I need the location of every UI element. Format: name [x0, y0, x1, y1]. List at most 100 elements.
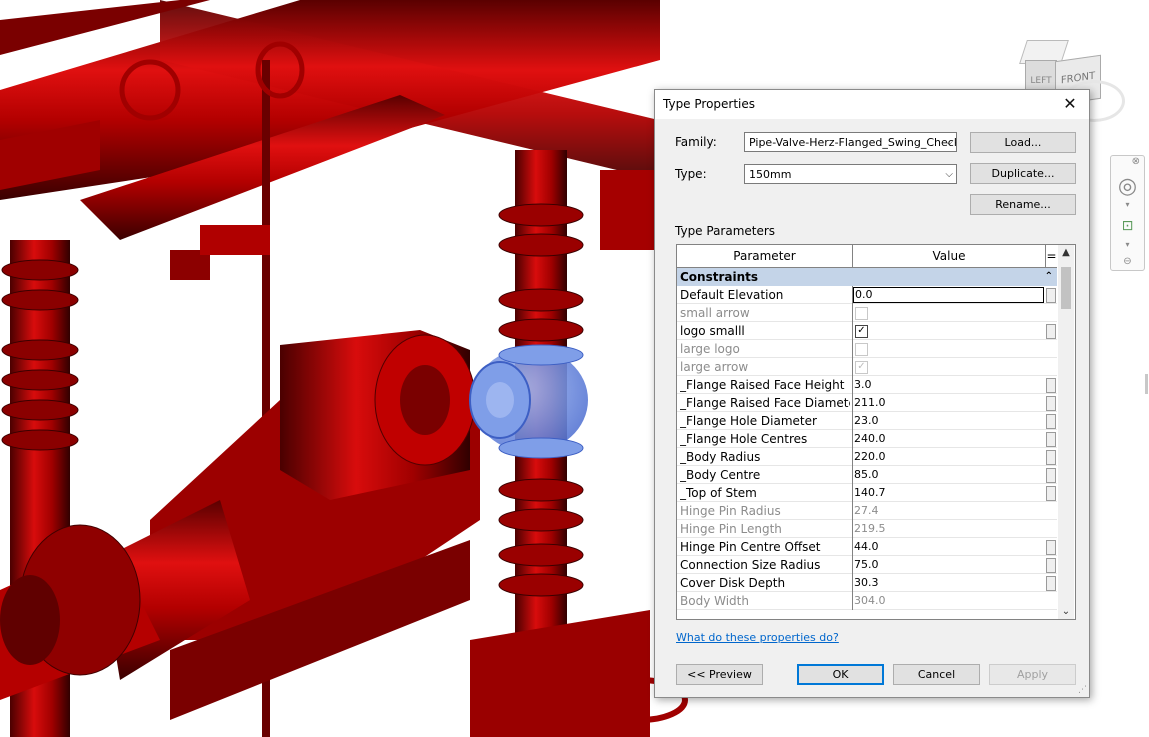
load-button[interactable]: Load... — [970, 132, 1076, 153]
parameter-value[interactable]: 44.0 — [854, 538, 1044, 556]
resize-grip-icon[interactable]: ⋰ — [1078, 685, 1087, 695]
help-link[interactable]: What do these properties do? — [676, 631, 839, 644]
zoom-region-icon[interactable]: ⊡ — [1111, 218, 1144, 234]
rename-button[interactable]: Rename... — [970, 194, 1076, 215]
cancel-button[interactable]: Cancel — [893, 664, 980, 685]
parameter-name: _Top of Stem — [680, 486, 757, 500]
table-row[interactable]: _Flange Raised Face Height 3.0 — [677, 376, 1057, 394]
navbar-close-icon[interactable]: ⊗ — [1111, 156, 1144, 167]
associate-parameter-button[interactable] — [1046, 576, 1056, 591]
table-row[interactable]: Default Elevation 0.0 — [677, 286, 1057, 304]
parameter-column-header[interactable]: Parameter — [677, 245, 853, 267]
associate-parameter-button[interactable] — [1046, 540, 1056, 555]
chevron-down-icon[interactable]: ▾ — [1111, 200, 1144, 209]
parameter-checkbox[interactable]: ✓ — [855, 325, 868, 338]
family-label: Family: — [675, 135, 717, 149]
type-dropdown[interactable]: 150mm ⌵ — [744, 164, 957, 184]
value-column-header[interactable]: Value — [853, 245, 1046, 267]
duplicate-button[interactable]: Duplicate... — [970, 163, 1076, 184]
table-row[interactable]: Cover Disk Depth 30.3 — [677, 574, 1057, 592]
parameter-value[interactable]: 3.0 — [854, 376, 1044, 394]
ok-button[interactable]: OK — [797, 664, 884, 685]
table-row[interactable]: Hinge Pin Length 219.5 — [677, 520, 1057, 538]
family-dropdown[interactable]: Pipe-Valve-Herz-Flanged_Swing_Check_ ⌵ — [744, 132, 957, 152]
table-row[interactable]: Connection Size Radius 75.0 — [677, 556, 1057, 574]
associate-parameter-button[interactable] — [1046, 288, 1056, 303]
associate-parameter-button[interactable] — [1046, 324, 1056, 339]
chevron-down-icon: ⌵ — [945, 137, 953, 148]
chevron-down-icon: ⌵ — [945, 169, 953, 180]
steering-wheel-icon[interactable]: ◎ — [1111, 174, 1144, 199]
associate-parameter-button[interactable] — [1046, 432, 1056, 447]
associate-parameter-button[interactable] — [1046, 450, 1056, 465]
formula-column-header[interactable]: = — [1046, 245, 1057, 267]
table-row[interactable]: large logo — [677, 340, 1057, 358]
column-divider — [852, 358, 853, 376]
table-row[interactable]: _Flange Hole Diameter 23.0 — [677, 412, 1057, 430]
type-properties-dialog: Type Properties ✕ Family: Pipe-Valve-Her… — [654, 89, 1090, 698]
associate-parameter-button[interactable] — [1046, 468, 1056, 483]
column-divider — [852, 322, 853, 340]
table-row[interactable]: _Flange Hole Centres 240.0 — [677, 430, 1057, 448]
chevron-down-icon[interactable]: ▾ — [1111, 240, 1144, 249]
associate-parameter-button[interactable] — [1046, 414, 1056, 429]
type-parameters-grid: Parameter Value = Constraints ⌃ Default … — [676, 244, 1076, 620]
table-row[interactable]: _Body Centre 85.0 — [677, 466, 1057, 484]
table-row[interactable]: Hinge Pin Centre Offset 44.0 — [677, 538, 1057, 556]
table-row[interactable]: Hinge Pin Radius 27.4 — [677, 502, 1057, 520]
column-divider — [852, 304, 853, 322]
parameter-name: Body Width — [680, 594, 749, 608]
scroll-up-icon[interactable]: ▲ — [1058, 247, 1074, 258]
navigation-bar: ⊗ ◎ ▾ ⊡ ▾ ⊖ — [1110, 155, 1145, 271]
type-label: Type: — [675, 167, 707, 181]
grid-header: Parameter Value = — [677, 245, 1057, 268]
parameter-name: Default Elevation — [680, 288, 784, 302]
parameter-name: small arrow — [680, 306, 750, 320]
column-divider — [852, 412, 853, 430]
associate-parameter-button[interactable] — [1046, 378, 1056, 393]
type-parameters-label: Type Parameters — [675, 224, 776, 238]
associate-parameter-button[interactable] — [1046, 558, 1056, 573]
table-row[interactable]: _Flange Raised Face Diameter 211.0 — [677, 394, 1057, 412]
parameter-value-input[interactable]: 0.0 — [853, 287, 1044, 303]
column-divider — [852, 394, 853, 412]
parameter-value[interactable]: 220.0 — [854, 448, 1044, 466]
column-divider — [852, 448, 853, 466]
parameter-value[interactable]: 211.0 — [854, 394, 1044, 412]
table-row[interactable]: _Top of Stem 140.7 — [677, 484, 1057, 502]
column-divider — [852, 466, 853, 484]
column-divider — [852, 538, 853, 556]
parameter-value[interactable]: 30.3 — [854, 574, 1044, 592]
parameter-name: _Body Centre — [680, 468, 761, 482]
close-icon[interactable]: ✕ — [1059, 93, 1081, 115]
table-row[interactable]: _Body Radius 220.0 — [677, 448, 1057, 466]
parameter-name: Cover Disk Depth — [680, 576, 786, 590]
scroll-down-icon[interactable]: ⌄ — [1058, 606, 1074, 617]
parameter-name: Hinge Pin Centre Offset — [680, 540, 821, 554]
table-row[interactable]: Body Width 304.0 — [677, 592, 1057, 610]
apply-button[interactable]: Apply — [989, 664, 1076, 685]
associate-parameter-button[interactable] — [1046, 396, 1056, 411]
table-row[interactable]: logo smalll ✓ — [677, 322, 1057, 340]
scrollbar-thumb[interactable] — [1061, 267, 1071, 309]
preview-button[interactable]: << Preview — [676, 664, 763, 685]
parameter-value[interactable]: 23.0 — [854, 412, 1044, 430]
constraints-group-header[interactable]: Constraints ⌃ — [677, 268, 1057, 286]
navbar-options-icon[interactable]: ⊖ — [1111, 256, 1144, 267]
family-value: Pipe-Valve-Herz-Flanged_Swing_Check_ — [749, 136, 957, 149]
table-row[interactable]: small arrow — [677, 304, 1057, 322]
table-row[interactable]: large arrow ✓ — [677, 358, 1057, 376]
column-divider — [852, 376, 853, 394]
parameter-value[interactable]: 140.7 — [854, 484, 1044, 502]
parameter-value[interactable]: 85.0 — [854, 466, 1044, 484]
column-divider — [852, 430, 853, 448]
collapse-chevron-icon[interactable]: ⌃ — [1045, 268, 1053, 286]
parameter-value[interactable]: 75.0 — [854, 556, 1044, 574]
grid-scrollbar[interactable]: ▲ ⌄ — [1058, 245, 1074, 619]
parameter-name: large arrow — [680, 360, 749, 374]
associate-parameter-button[interactable] — [1046, 486, 1056, 501]
column-divider — [852, 502, 853, 520]
dialog-titlebar[interactable]: Type Properties ✕ — [655, 90, 1089, 119]
parameter-rows: Default Elevation 0.0 small arrow logo smal… — [677, 286, 1057, 610]
parameter-value[interactable]: 240.0 — [854, 430, 1044, 448]
